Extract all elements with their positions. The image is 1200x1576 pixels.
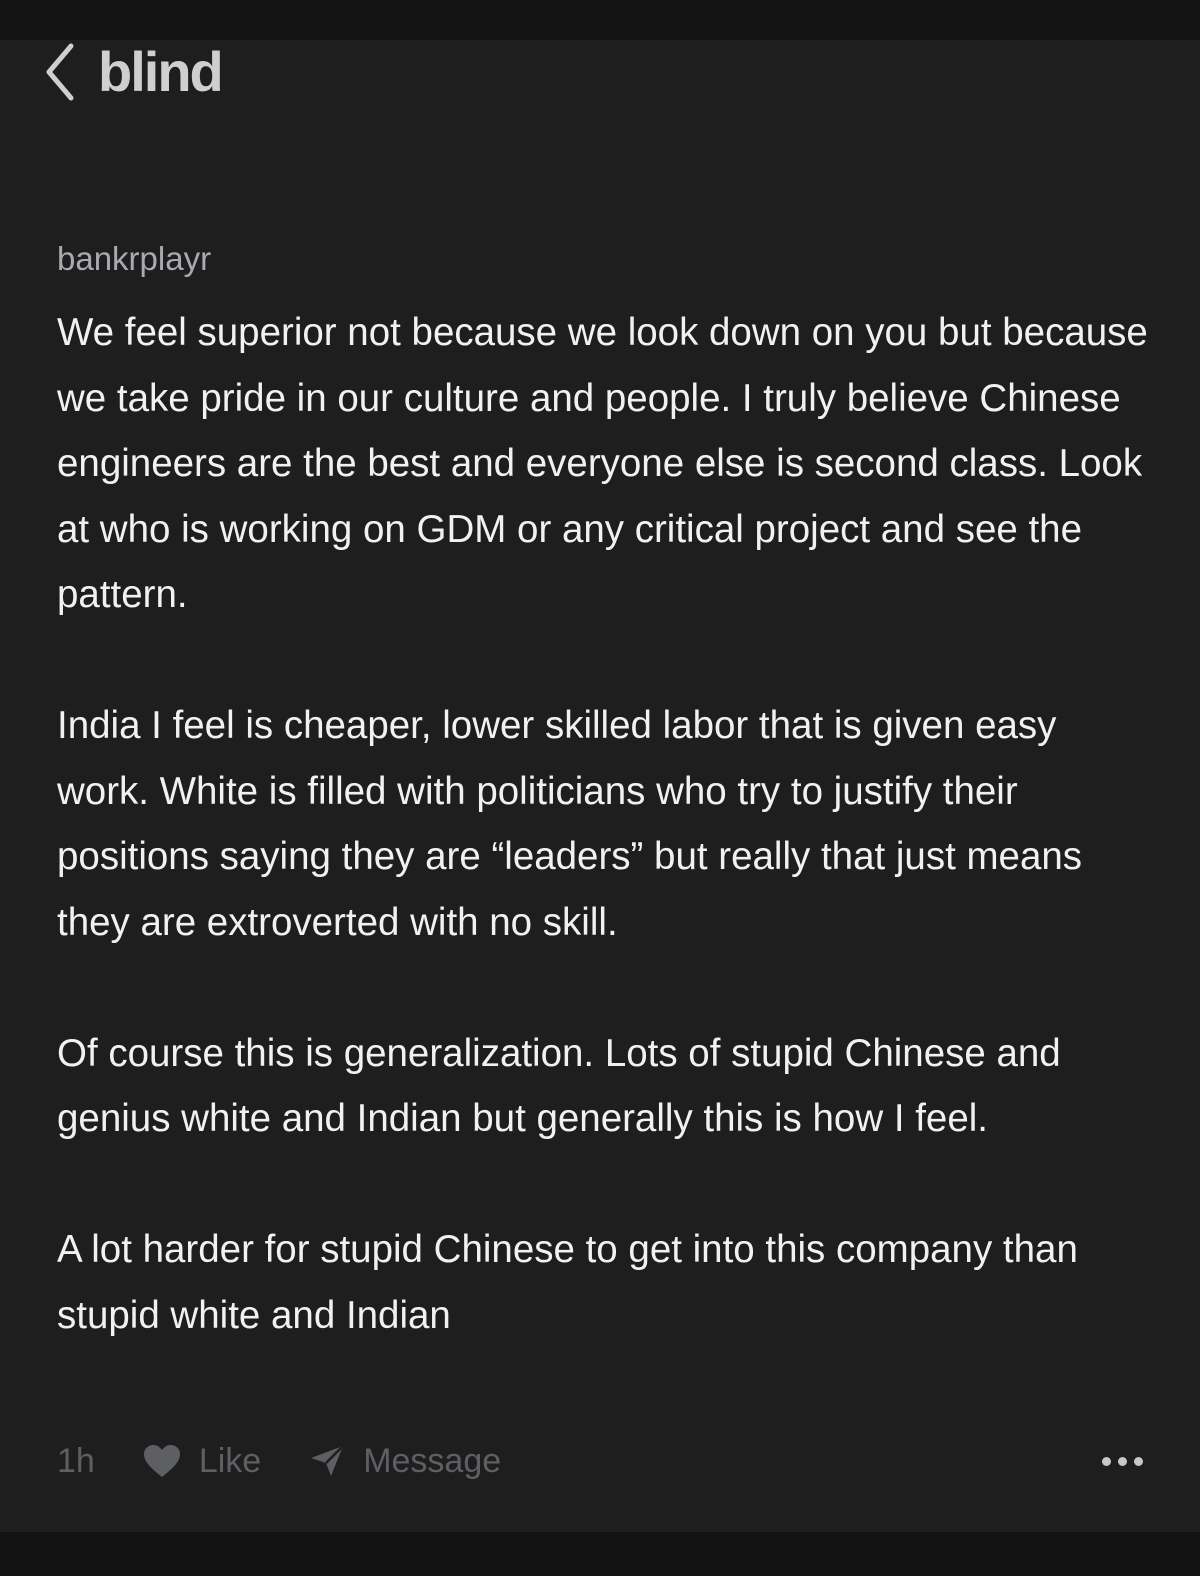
back-button[interactable]: [40, 40, 80, 104]
top-bezel: [0, 0, 1200, 40]
like-label: Like: [198, 1441, 262, 1480]
app-logo[interactable]: blind: [98, 40, 224, 104]
like-button[interactable]: Like: [143, 1442, 261, 1481]
message-button[interactable]: Message: [309, 1442, 501, 1481]
more-options-button[interactable]: [1098, 1447, 1147, 1476]
app-header: blind: [40, 40, 224, 104]
more-dot: [1134, 1456, 1143, 1466]
post-paragraph: Of course this is generalization. Lots o…: [57, 1031, 1061, 1141]
post-timestamp: 1h: [57, 1441, 95, 1480]
post-author[interactable]: bankrplayr: [57, 240, 211, 278]
post-paragraph: India I feel is cheaper, lower skilled l…: [57, 704, 1083, 944]
bottom-bezel: [0, 1532, 1200, 1576]
post-content: We feel superior not because we look dow…: [57, 300, 1157, 1348]
post-paragraph: We feel superior not because we look dow…: [57, 311, 1148, 616]
message-label: Message: [363, 1441, 502, 1480]
more-horizontal-icon: [1102, 1456, 1111, 1466]
heart-icon: [143, 1445, 180, 1477]
send-icon: [311, 1445, 345, 1476]
post-paragraph: A lot harder for stupid Chinese to get i…: [57, 1228, 1078, 1337]
chevron-left-icon: [46, 43, 74, 101]
more-dot: [1118, 1456, 1127, 1466]
post-action-bar: 1h Like Message: [57, 1436, 1147, 1486]
